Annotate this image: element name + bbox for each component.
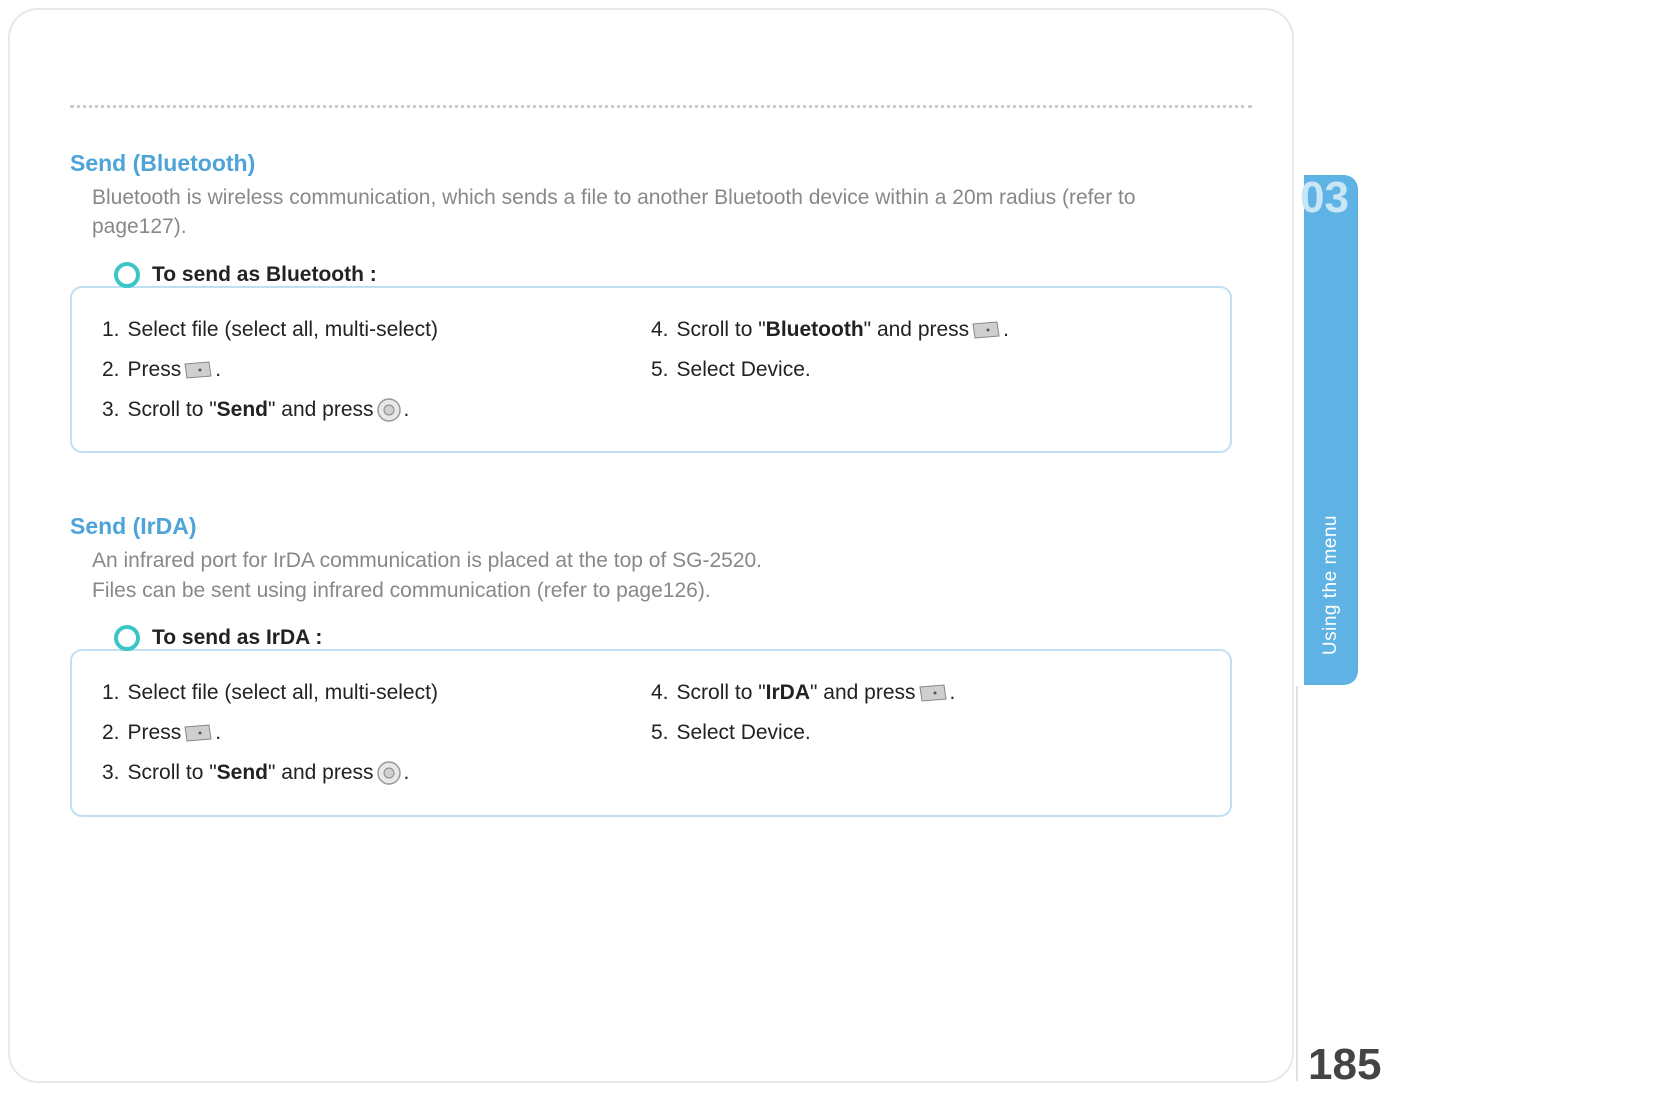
step-text: Select file (select all, multi-select)	[128, 673, 438, 713]
step-text: Scroll to "	[128, 390, 217, 430]
step-number: 5.	[651, 713, 669, 753]
step-4: 4. Scroll to " IrDA " and press .	[651, 673, 1200, 713]
desc-line: An infrared port for IrDA communication …	[92, 549, 762, 572]
step-number: 5.	[651, 350, 669, 390]
step-number: 1.	[102, 310, 120, 350]
step-text: Scroll to "	[677, 310, 766, 350]
ok-key-icon	[376, 397, 402, 423]
step-number: 3.	[102, 753, 120, 793]
callout-label: To send as IrDA :	[152, 626, 322, 650]
step-text: .	[215, 350, 221, 390]
step-3: 3. Scroll to " Send " and press .	[102, 390, 651, 430]
step-text: Scroll to "	[128, 753, 217, 793]
step-2: 2. Press .	[102, 713, 651, 753]
callout-bluetooth: To send as Bluetooth :	[114, 262, 1232, 288]
step-number: 2.	[102, 350, 120, 390]
ring-icon	[114, 625, 140, 651]
soft-key-icon	[971, 320, 1001, 340]
section-desc-irda: An infrared port for IrDA communication …	[92, 546, 1232, 605]
desc-line: Files can be sent using infrared communi…	[92, 579, 711, 602]
step-text: " and press	[810, 673, 916, 713]
steps-col-right: 4. Scroll to " IrDA " and press . 5. Sel…	[651, 673, 1200, 793]
page-number: 185	[1308, 1040, 1381, 1090]
step-number: 4.	[651, 310, 669, 350]
ring-icon	[114, 262, 140, 288]
side-rule	[1296, 686, 1298, 1081]
page-frame: Send (Bluetooth) Bluetooth is wireless c…	[8, 8, 1294, 1083]
side-tab: Using the menu	[1304, 175, 1358, 685]
step-1: 1. Select file (select all, multi-select…	[102, 310, 651, 350]
steps-col-left: 1. Select file (select all, multi-select…	[102, 673, 651, 793]
step-text: Select Device.	[677, 350, 811, 390]
callout-label: To send as Bluetooth :	[152, 263, 377, 287]
step-text: " and press	[864, 310, 970, 350]
side-tab-label: Using the menu	[1320, 515, 1342, 655]
step-text: Select Device.	[677, 713, 811, 753]
section-desc-bluetooth: Bluetooth is wireless communication, whi…	[92, 183, 1232, 242]
step-text: " and press	[268, 390, 374, 430]
callout-irda: To send as IrDA :	[114, 625, 1232, 651]
dotted-divider	[70, 105, 1252, 108]
step-text: Press	[128, 350, 182, 390]
steps-col-right: 4. Scroll to " Bluetooth " and press . 5…	[651, 310, 1200, 430]
steps-box-bluetooth: 1. Select file (select all, multi-select…	[70, 286, 1232, 454]
step-number: 2.	[102, 713, 120, 753]
step-text: " and press	[268, 753, 374, 793]
step-bold: Send	[217, 753, 268, 793]
step-number: 3.	[102, 390, 120, 430]
step-text: Scroll to "	[677, 673, 766, 713]
step-bold: IrDA	[766, 673, 810, 713]
step-bold: Send	[217, 390, 268, 430]
soft-key-icon	[183, 360, 213, 380]
step-bold: Bluetooth	[766, 310, 864, 350]
step-text: .	[950, 673, 956, 713]
step-5: 5. Select Device.	[651, 713, 1200, 753]
step-4: 4. Scroll to " Bluetooth " and press .	[651, 310, 1200, 350]
steps-box-irda: 1. Select file (select all, multi-select…	[70, 649, 1232, 817]
step-text: .	[404, 753, 410, 793]
step-2: 2. Press .	[102, 350, 651, 390]
step-text: .	[1003, 310, 1009, 350]
steps-col-left: 1. Select file (select all, multi-select…	[102, 310, 651, 430]
step-1: 1. Select file (select all, multi-select…	[102, 673, 651, 713]
step-3: 3. Scroll to " Send " and press .	[102, 753, 651, 793]
step-text: Press	[128, 713, 182, 753]
chapter-number: 03	[1300, 176, 1349, 220]
step-5: 5. Select Device.	[651, 350, 1200, 390]
step-number: 1.	[102, 673, 120, 713]
soft-key-icon	[183, 723, 213, 743]
step-text: .	[404, 390, 410, 430]
step-text: .	[215, 713, 221, 753]
step-text: Select file (select all, multi-select)	[128, 310, 438, 350]
content-area: Send (Bluetooth) Bluetooth is wireless c…	[70, 150, 1232, 877]
section-title-irda: Send (IrDA)	[70, 513, 1232, 540]
soft-key-icon	[918, 683, 948, 703]
step-number: 4.	[651, 673, 669, 713]
ok-key-icon	[376, 760, 402, 786]
section-title-bluetooth: Send (Bluetooth)	[70, 150, 1232, 177]
